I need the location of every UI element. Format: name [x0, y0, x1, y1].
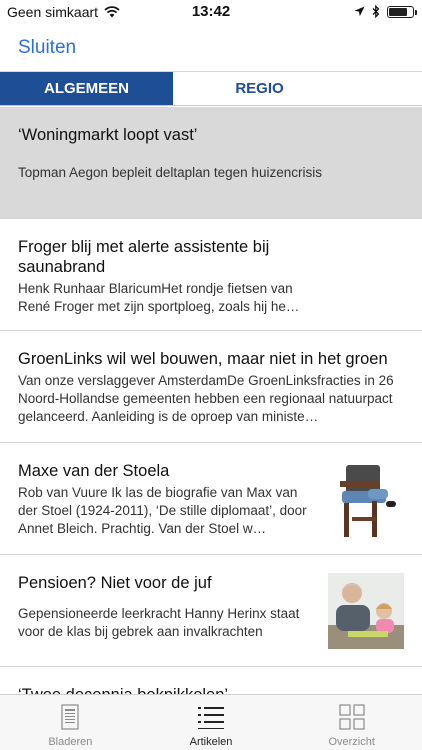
battery-icon	[387, 5, 417, 18]
tabbar-label: Overzicht	[328, 736, 375, 748]
article-list: ‘Woningmarkt loopt vast’ Topman Aegon be…	[0, 107, 422, 694]
article-thumbnail-chair	[328, 461, 404, 537]
bottom-tab-bar: Bladeren Artikelen Overzicht	[0, 694, 422, 750]
section-tabs: ALGEMEEN REGIO	[0, 72, 422, 106]
article-item[interactable]: ‘Woningmarkt loopt vast’ Topman Aegon be…	[0, 107, 422, 219]
bluetooth-icon	[372, 5, 380, 18]
article-item[interactable]: Pensioen? Niet voor de juf Gepensioneerd…	[0, 555, 422, 667]
article-lead: Gepensioneerde leerkracht Hanny Herinx s…	[18, 606, 300, 639]
tab-regio[interactable]: REGIO	[173, 72, 346, 105]
article-title: Froger blij met alerte assistente bij sa…	[18, 238, 270, 276]
article-item[interactable]: Maxe van der Stoela Rob van Vuure Ik las…	[0, 443, 422, 555]
tabbar-label: Artikelen	[189, 736, 233, 748]
page-icon	[61, 704, 79, 730]
article-item[interactable]: Froger blij met alerte assistente bij sa…	[0, 219, 422, 331]
article-lead: Van onze verslaggever AmsterdamDe GroenL…	[18, 373, 394, 424]
status-right	[354, 5, 417, 18]
tabbar-label: Bladeren	[48, 736, 93, 748]
article-title: ‘Woningmarkt loopt vast’	[18, 126, 198, 144]
article-item[interactable]: ‘Twee decennia bekpikkelen’	[0, 667, 422, 694]
tabbar-item-bladeren[interactable]: Bladeren	[0, 695, 141, 750]
close-button[interactable]: Sluiten	[18, 37, 76, 59]
article-item[interactable]: GroenLinks wil wel bouwen, maar niet in …	[0, 331, 422, 443]
article-lead: Topman Aegon bepleit deltaplan tegen hui…	[18, 165, 322, 180]
article-lead: Henk Runhaar BlaricumHet rondje fietsen …	[18, 281, 300, 314]
tabbar-item-overzicht[interactable]: Overzicht	[281, 695, 422, 750]
article-lead: Rob van Vuure Ik las de biografie van Ma…	[18, 485, 307, 536]
list-icon	[198, 707, 224, 729]
article-title: Pensioen? Niet voor de juf	[18, 574, 212, 592]
article-title: Maxe van der Stoela	[18, 462, 170, 480]
tabbar-item-artikelen[interactable]: Artikelen	[141, 695, 282, 750]
tab-algemeen[interactable]: ALGEMEEN	[0, 72, 173, 105]
navigation-bar: Sluiten	[0, 26, 422, 72]
article-title: GroenLinks wil wel bouwen, maar niet in …	[18, 350, 388, 368]
status-bar: Geen simkaart 13:42	[0, 0, 422, 26]
location-arrow-icon	[354, 6, 365, 17]
article-thumbnail-teacher	[328, 573, 404, 649]
grid-icon	[339, 704, 365, 730]
article-title: ‘Twee decennia bekpikkelen’	[18, 685, 406, 694]
